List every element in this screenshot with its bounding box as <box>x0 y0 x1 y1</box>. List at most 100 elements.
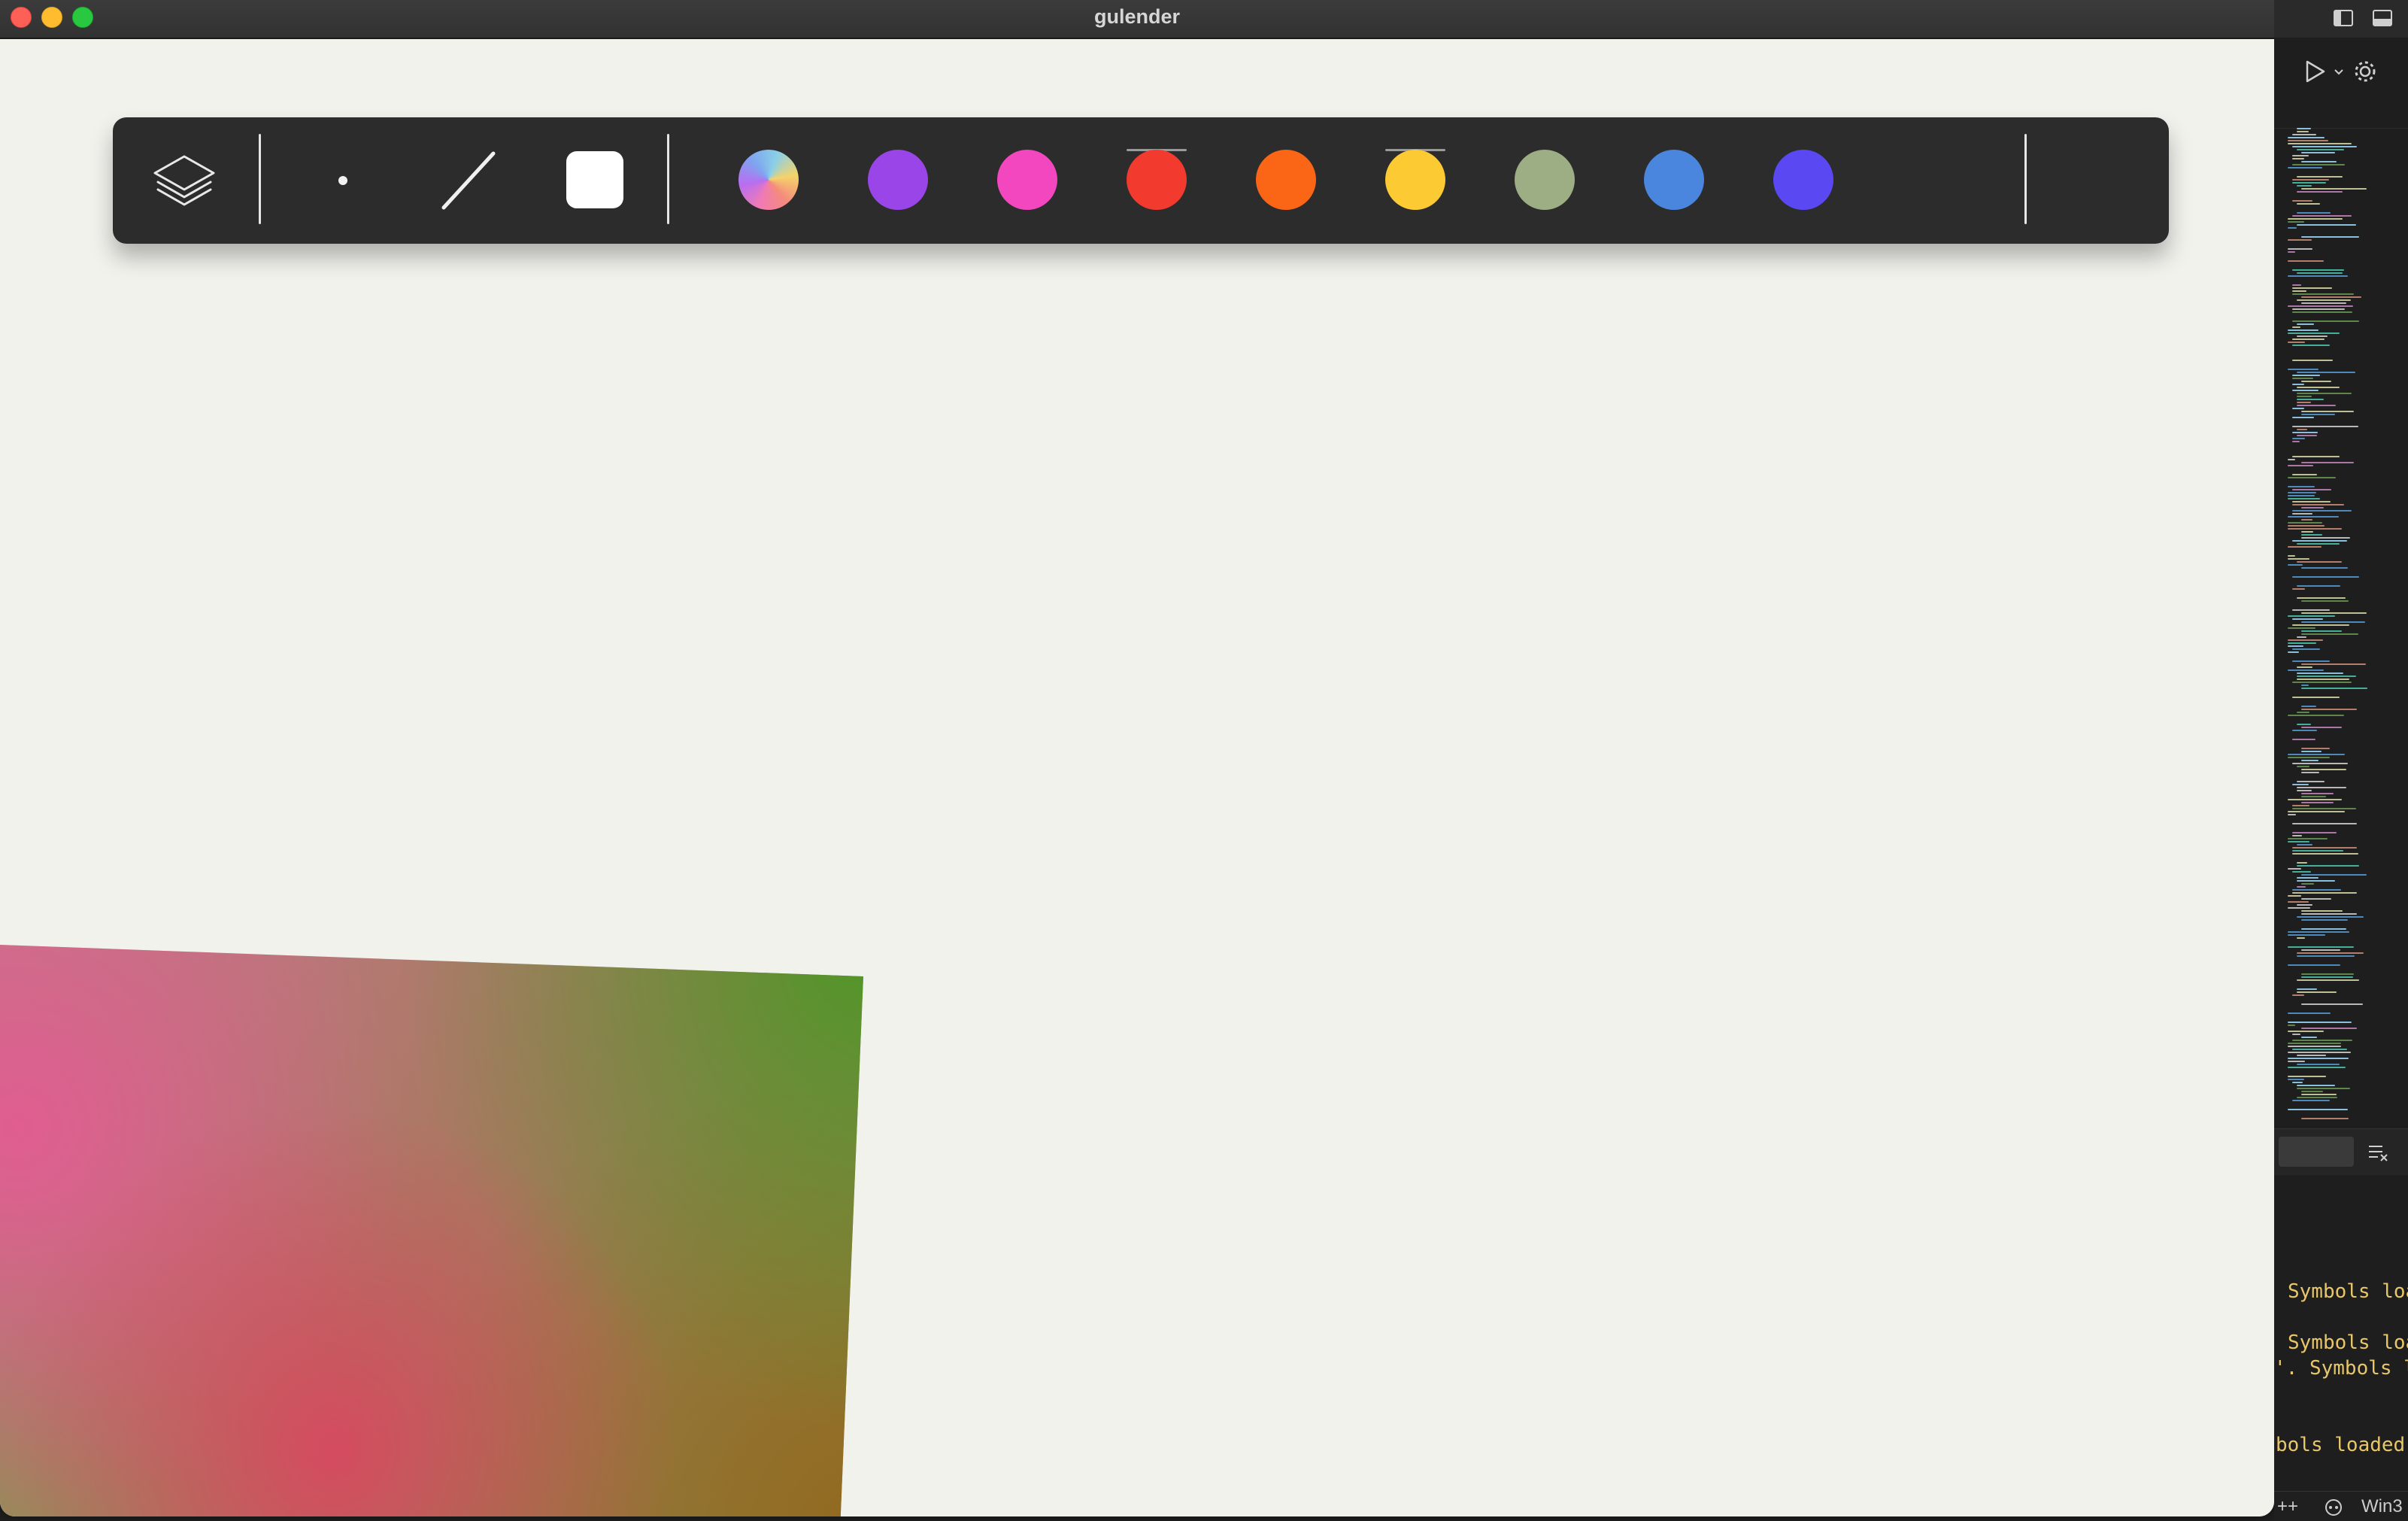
minimap-line <box>2292 808 2356 809</box>
minimap-line <box>2292 784 2309 785</box>
swatch-purple[interactable] <box>868 150 928 210</box>
chevron-down-icon[interactable] <box>2333 66 2345 78</box>
line-tool-button[interactable] <box>435 146 502 214</box>
minimap-line <box>2301 772 2319 773</box>
clear-output-icon[interactable] <box>2367 1143 2388 1162</box>
minimap-line <box>2292 1100 2330 1101</box>
minimap-line <box>2297 435 2317 436</box>
minimap-line <box>2292 345 2330 346</box>
minimap-line <box>2301 411 2354 412</box>
drawing-canvas[interactable] <box>0 39 2274 1516</box>
minimap-line <box>2292 339 2325 340</box>
minimap-line <box>2301 462 2354 463</box>
minimap-line <box>2297 176 2343 178</box>
swatch-pink[interactable] <box>997 150 1057 210</box>
swatch-yellow[interactable] <box>1385 150 1445 210</box>
minimap-line <box>2288 275 2348 277</box>
minimap-line <box>2297 405 2336 406</box>
minimap-line <box>2301 793 2334 794</box>
minimap-line <box>2297 781 2325 782</box>
toolbar-divider <box>259 134 261 224</box>
minimap-line <box>2292 158 2304 159</box>
minimap-line <box>2301 633 2358 635</box>
minimap-line <box>2288 329 2319 331</box>
minimap-line <box>2288 546 2322 548</box>
minimap-line <box>2288 248 2312 250</box>
minimap-line <box>2297 712 2309 713</box>
status-language[interactable]: ++ <box>2277 1496 2298 1517</box>
minimap-line <box>2292 269 2344 271</box>
minimap-line <box>2292 360 2333 361</box>
minimap-line <box>2297 1085 2335 1086</box>
minimap-line <box>2288 754 2345 755</box>
minimap-line <box>2297 955 2355 957</box>
minimap-line <box>2297 396 2312 397</box>
minimap-line <box>2292 308 2345 310</box>
minimap-line <box>2288 522 2322 524</box>
minimap-line <box>2301 567 2348 569</box>
swatch-blue[interactable] <box>1644 150 1704 210</box>
minimap-line <box>2301 663 2366 665</box>
swatch-indigo[interactable] <box>1773 150 1833 210</box>
minimap-line <box>2292 835 2302 836</box>
gradient-plane[interactable] <box>0 945 863 1516</box>
minimap-line <box>2292 375 2320 376</box>
minimap-line <box>2292 576 2359 578</box>
minimap-line <box>2288 627 2316 629</box>
minimap-line <box>2292 624 2349 626</box>
swatch-red[interactable] <box>1127 150 1187 210</box>
minimap-line <box>2297 790 2312 791</box>
terminal-filter-input[interactable] <box>2279 1137 2354 1167</box>
point-icon <box>338 176 347 185</box>
swatch-sage[interactable] <box>1515 150 1575 210</box>
minimap-line <box>2297 675 2356 677</box>
debug-console[interactable]: Symbols loa Symbols loa '. Symbols l bol… <box>2274 1175 2408 1491</box>
copilot-icon[interactable] <box>2324 1498 2343 1517</box>
minimap-line <box>2292 805 2309 806</box>
minimap-line <box>2301 621 2365 623</box>
minimap-line <box>2292 489 2331 490</box>
minimap-line <box>2288 642 2316 644</box>
minimap-line <box>2288 615 2335 617</box>
layers-button[interactable] <box>150 146 218 214</box>
minimap-line <box>2297 191 2343 193</box>
minimap-line <box>2301 302 2346 304</box>
minimap-line <box>2288 525 2325 527</box>
minimap-line <box>2292 540 2347 542</box>
minimap-line <box>2292 1040 2352 1041</box>
minimap-line <box>2292 293 2354 295</box>
minimap-line <box>2297 429 2307 430</box>
minimap-line <box>2292 697 2340 698</box>
minimap-line <box>2297 272 2343 274</box>
minimap-line <box>2292 284 2301 286</box>
run-debug-icon[interactable] <box>2303 59 2328 84</box>
minimap-line <box>2288 1012 2331 1014</box>
minimap-line <box>2288 221 2304 223</box>
minimap-line <box>2292 146 2357 147</box>
swatch-orange[interactable] <box>1256 150 1316 210</box>
minimap-line <box>2297 952 2364 954</box>
minimap-line <box>2292 1049 2347 1050</box>
minimap-line <box>2297 862 2307 864</box>
minimap-line <box>2297 991 2337 993</box>
rectangle-tool-button[interactable] <box>561 146 629 214</box>
status-platform[interactable]: Win3 <box>2361 1496 2403 1517</box>
minimap-line <box>2292 847 2357 849</box>
gear-icon[interactable] <box>2352 59 2378 84</box>
minimap-line <box>2288 1079 2304 1080</box>
minimap-line <box>2301 414 2335 415</box>
minimap-line <box>2288 757 2330 758</box>
minimap-line <box>2297 904 2312 906</box>
panel-toggle-icon[interactable] <box>2372 8 2393 29</box>
minimap-line <box>2288 260 2324 262</box>
sidebar-toggle-icon[interactable] <box>2333 8 2354 29</box>
point-tool-button[interactable] <box>308 146 376 214</box>
minimap-line <box>2288 251 2295 253</box>
minimap-line <box>2288 305 2353 307</box>
code-minimap[interactable] <box>2288 128 2408 1128</box>
minimap-line <box>2288 639 2323 641</box>
minimap-line <box>2288 799 2342 800</box>
minimap-line <box>2288 868 2301 870</box>
minimap-line <box>2288 555 2295 557</box>
swatch-gradient[interactable] <box>738 150 799 210</box>
